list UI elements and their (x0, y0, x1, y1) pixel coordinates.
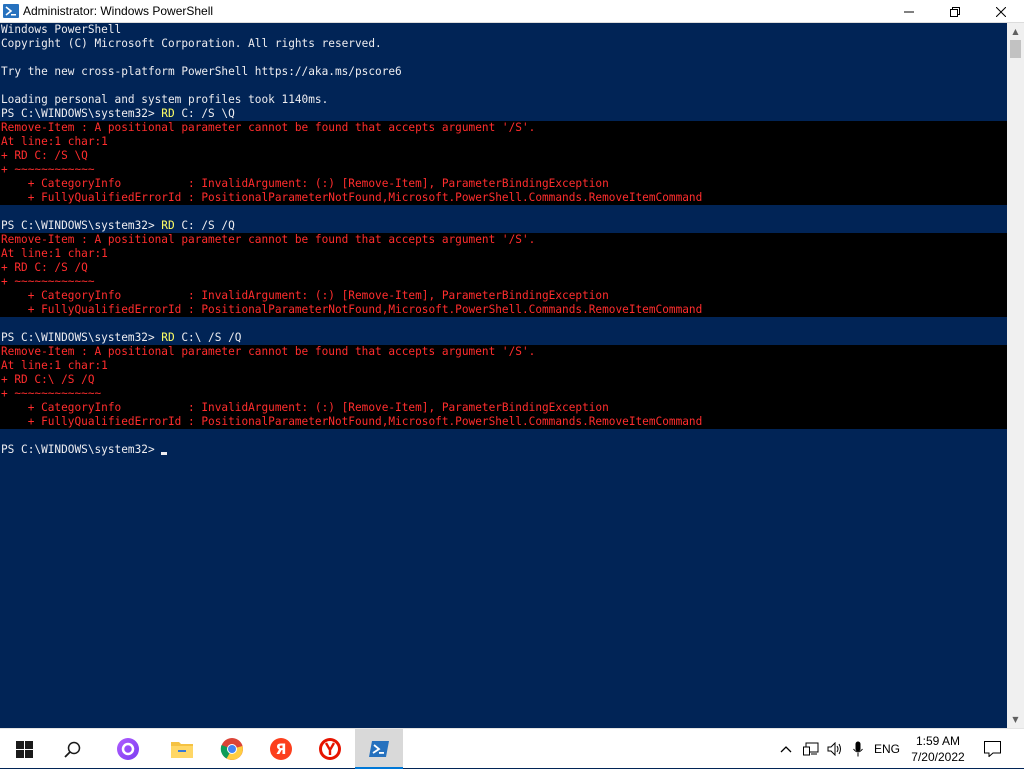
restore-icon (950, 6, 960, 17)
error-line: + ~~~~~~~~~~~~~ (0, 387, 1007, 401)
powershell-button[interactable] (355, 729, 403, 769)
error-line: At line:1 char:1 (0, 135, 1007, 149)
command-keyword: RD (161, 219, 175, 232)
error-line: + RD C: /S /Q (0, 261, 1007, 275)
start-button[interactable] (0, 729, 48, 769)
yandex-browser-button[interactable] (306, 729, 354, 769)
chrome-button[interactable] (208, 729, 256, 769)
command-args: C: /S \Q (174, 107, 235, 120)
scroll-up-arrow-icon[interactable]: ▲ (1007, 23, 1024, 40)
prompt: PS C:\WINDOWS\system32> (1, 443, 162, 456)
clock-time: 1:59 AM (915, 734, 961, 748)
command-keyword: RD (161, 331, 175, 344)
output-line: Loading personal and system profiles too… (1, 93, 329, 106)
speaker-icon (827, 742, 841, 756)
action-center-button[interactable] (978, 729, 1006, 769)
close-icon (996, 6, 1006, 17)
yandex-browser-icon (319, 738, 341, 760)
minimize-icon (904, 11, 914, 12)
error-line: + CategoryInfo : InvalidArgument: (:) [R… (0, 401, 1007, 415)
yandex-button[interactable]: Я (257, 729, 305, 769)
svg-text:Я: Я (276, 742, 287, 758)
error-line: + FullyQualifiedErrorId : PositionalPara… (0, 415, 1007, 429)
error-line: + ~~~~~~~~~~~~ (0, 275, 1007, 289)
error-line: At line:1 char:1 (0, 359, 1007, 373)
microphone-button[interactable] (848, 729, 868, 769)
powershell-icon (3, 4, 19, 18)
error-line: + CategoryInfo : InvalidArgument: (:) [R… (0, 177, 1007, 191)
close-button[interactable] (978, 0, 1024, 23)
error-line: Remove-Item : A positional parameter can… (0, 233, 1007, 247)
error-line: + FullyQualifiedErrorId : PositionalPara… (0, 191, 1007, 205)
language-indicator[interactable]: ENG (872, 729, 902, 769)
error-line: + RD C:\ /S /Q (0, 373, 1007, 387)
minimize-button[interactable] (886, 0, 932, 23)
clock[interactable]: 1:59 AM 7/20/2022 (905, 731, 971, 767)
prompt: PS C:\WINDOWS\system32> (1, 331, 162, 344)
vertical-scrollbar[interactable]: ▲ ▼ (1007, 23, 1024, 728)
network-icon (803, 742, 819, 756)
taskbar: Я ENG 1:59 AM 7/20/2022 (0, 728, 1024, 769)
alice-button[interactable] (104, 729, 152, 769)
title-bar[interactable]: Administrator: Windows PowerShell (0, 0, 1024, 23)
error-line: + ~~~~~~~~~~~~ (0, 163, 1007, 177)
error-line: + RD C: /S \Q (0, 149, 1007, 163)
powershell-icon (369, 741, 389, 757)
search-icon (63, 741, 80, 758)
error-line: Remove-Item : A positional parameter can… (0, 345, 1007, 359)
current-prompt-line: PS C:\WINDOWS\system32> (0, 443, 1007, 457)
error-line: Remove-Item : A positional parameter can… (0, 121, 1007, 135)
prompt-line: PS C:\WINDOWS\system32> RD C:\ /S /Q (0, 331, 1007, 345)
prompt: PS C:\WINDOWS\system32> (1, 107, 162, 120)
alice-assistant-icon (117, 738, 139, 760)
output-line: Windows PowerShell (1, 23, 122, 36)
search-button[interactable] (48, 729, 96, 769)
console-output[interactable]: Windows PowerShell Copyright (C) Microsof… (0, 23, 1007, 728)
prompt-line: PS C:\WINDOWS\system32> RD C: /S /Q (0, 219, 1007, 233)
scroll-down-arrow-icon[interactable]: ▼ (1007, 711, 1024, 728)
window-controls (886, 0, 1024, 23)
command-keyword: RD (161, 107, 175, 120)
output-line: Copyright (C) Microsoft Corporation. All… (1, 37, 382, 50)
output-line: Try the new cross-platform PowerShell ht… (1, 65, 402, 78)
error-line: At line:1 char:1 (0, 247, 1007, 261)
chevron-up-icon (780, 746, 792, 753)
prompt: PS C:\WINDOWS\system32> (1, 219, 162, 232)
folder-icon (171, 742, 193, 758)
yandex-icon: Я (270, 738, 292, 760)
command-args: C:\ /S /Q (174, 331, 242, 344)
text-cursor (161, 452, 168, 455)
show-hidden-icons-button[interactable] (776, 729, 796, 769)
microphone-icon (853, 741, 863, 757)
error-line: + CategoryInfo : InvalidArgument: (:) [R… (0, 289, 1007, 303)
network-button[interactable] (800, 729, 822, 769)
notification-icon (983, 741, 1001, 757)
command-args: C: /S /Q (174, 219, 235, 232)
windows-logo-icon (15, 740, 33, 758)
prompt-line: PS C:\WINDOWS\system32> RD C: /S \Q (0, 107, 1007, 121)
error-line: + FullyQualifiedErrorId : PositionalPara… (0, 303, 1007, 317)
file-explorer-button[interactable] (158, 729, 206, 769)
restore-button[interactable] (932, 0, 978, 23)
scrollbar-thumb[interactable] (1010, 40, 1021, 58)
window-title: Administrator: Windows PowerShell (23, 4, 214, 18)
volume-button[interactable] (824, 729, 846, 769)
clock-date: 7/20/2022 (911, 750, 965, 764)
chrome-icon (220, 738, 243, 760)
